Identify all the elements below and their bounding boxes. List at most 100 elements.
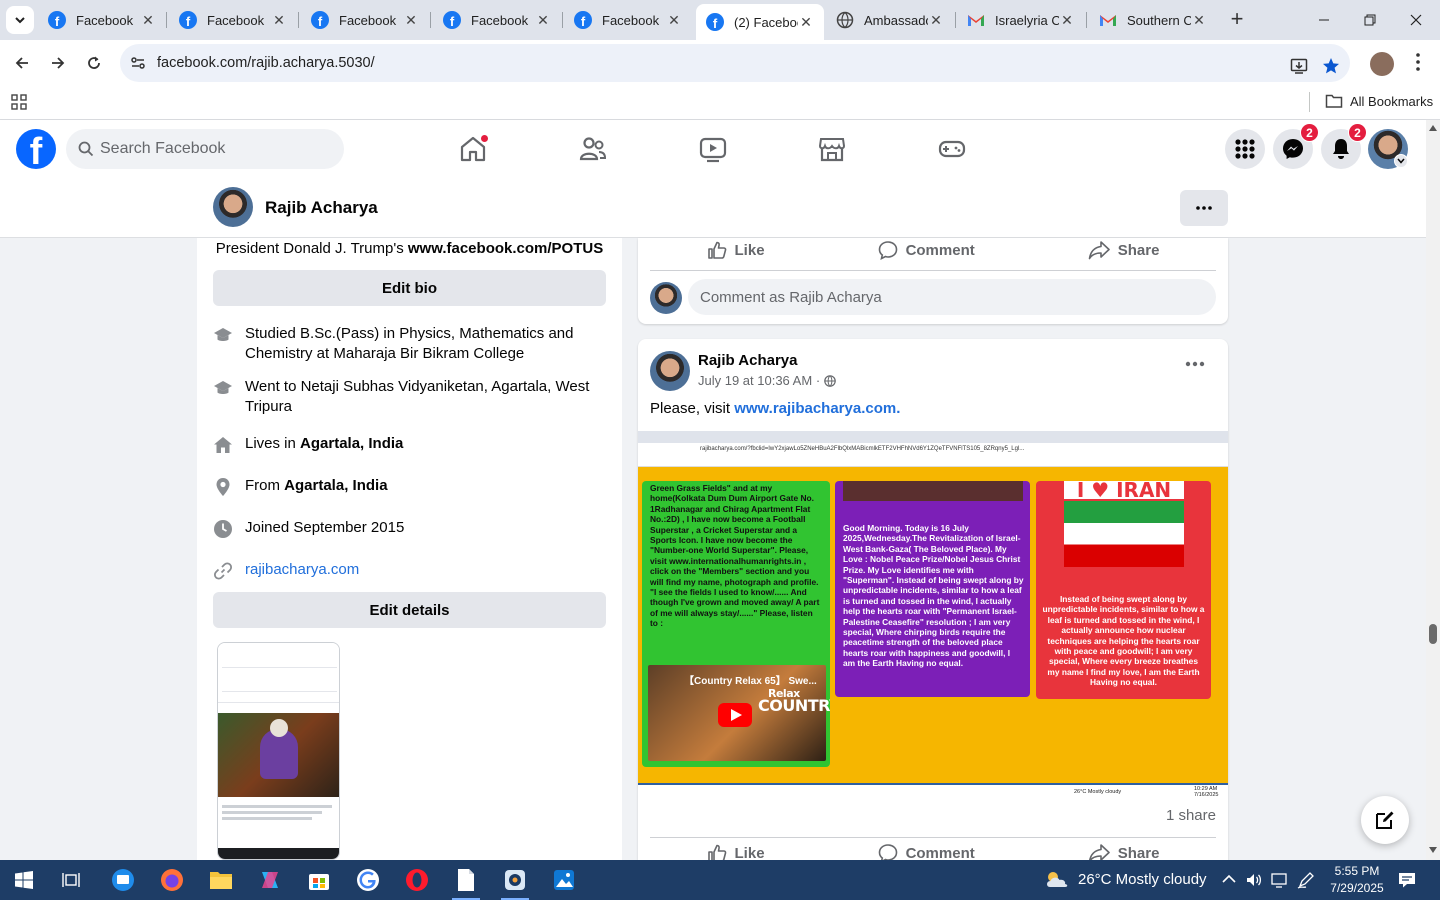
taskbar-store[interactable]: [305, 866, 333, 894]
browser-tab-4[interactable]: f Facebook ✕: [433, 4, 561, 36]
friends-icon[interactable]: [578, 134, 608, 164]
profile-more-button[interactable]: [1180, 190, 1228, 226]
bookmark-star-icon[interactable]: [1322, 57, 1340, 75]
taskbar-clock[interactable]: 5:55 PM 7/29/2025: [1320, 863, 1394, 897]
browser-tab-7[interactable]: Ambassado ✕: [826, 4, 954, 36]
facebook-search-input[interactable]: Search Facebook: [66, 129, 344, 169]
back-button[interactable]: [7, 48, 37, 78]
post-author-name[interactable]: Rajib Acharya: [698, 352, 798, 369]
taskbar-notepad[interactable]: [452, 866, 480, 894]
gaming-icon[interactable]: [937, 134, 967, 164]
scrollbar-thumb[interactable]: [1429, 624, 1437, 644]
browser-tab-3[interactable]: f Facebook ✕: [301, 4, 429, 36]
bio-link[interactable]: www.facebook.com/POTUS: [408, 240, 603, 257]
messenger-button[interactable]: 2: [1273, 123, 1319, 169]
featured-photo-thumbnail[interactable]: [217, 642, 340, 860]
new-tab-button[interactable]: +: [1225, 8, 1249, 32]
tab-search-button[interactable]: [6, 6, 34, 34]
close-icon: [1410, 14, 1422, 26]
comment-button[interactable]: Comment: [878, 240, 975, 260]
install-app-icon[interactable]: [1290, 57, 1308, 75]
site-settings-icon[interactable]: [130, 55, 146, 71]
tab-label: Facebook: [339, 12, 397, 28]
browser-tab-9[interactable]: Southern C ✕: [1089, 4, 1217, 36]
marketplace-icon[interactable]: [817, 134, 847, 164]
account-caret[interactable]: [1394, 154, 1408, 168]
taskbar-app-10[interactable]: [501, 866, 529, 894]
browser-tab-2[interactable]: f Facebook ✕: [169, 4, 297, 36]
chevron-up-icon[interactable]: [1222, 874, 1236, 884]
lives-place[interactable]: Agartala, India: [300, 435, 403, 452]
notification-center-icon[interactable]: [1398, 871, 1416, 889]
post-author-avatar[interactable]: [650, 351, 690, 391]
scroll-down-icon[interactable]: [1429, 847, 1437, 853]
website-link[interactable]: rajibacharya.com: [245, 560, 359, 581]
volume-icon[interactable]: [1246, 872, 1262, 888]
restore-button[interactable]: [1347, 0, 1393, 40]
post-options-icon[interactable]: [1185, 361, 1205, 367]
taskbar-app-1[interactable]: [109, 866, 137, 894]
media-player-icon: [505, 870, 525, 890]
taskbar-photos[interactable]: [550, 866, 578, 894]
close-window-button[interactable]: [1393, 0, 1439, 40]
browser-profile-avatar[interactable]: [1370, 52, 1394, 76]
facebook-icon: f: [311, 11, 329, 29]
close-icon[interactable]: ✕: [535, 12, 551, 28]
taskbar-opera[interactable]: [403, 866, 431, 894]
commenter-avatar[interactable]: [650, 282, 682, 314]
browser-tab-1[interactable]: f Facebook ✕: [38, 4, 166, 36]
scroll-up-icon[interactable]: [1429, 125, 1437, 131]
close-icon[interactable]: ✕: [271, 12, 287, 28]
browser-tab-5[interactable]: f Facebook ✕: [564, 4, 692, 36]
post-link[interactable]: www.rajibacharya.com.: [734, 400, 900, 417]
taskbar-copilot[interactable]: [256, 866, 284, 894]
close-icon[interactable]: ✕: [798, 14, 814, 30]
comment-input[interactable]: Comment as Rajib Acharya GIF: [688, 279, 1216, 315]
reload-button[interactable]: [79, 48, 109, 78]
taskbar-weather[interactable]: 26°C Mostly cloudy: [1044, 870, 1207, 888]
share-count[interactable]: 1 share: [1166, 807, 1216, 824]
notifications-button[interactable]: 2: [1321, 123, 1367, 169]
graduation-cap-icon: [214, 381, 232, 394]
browser-tab-active[interactable]: f (2) Faceboo ✕: [696, 4, 824, 40]
start-button[interactable]: [10, 866, 38, 894]
minimize-button[interactable]: [1301, 0, 1347, 40]
new-message-button[interactable]: [1361, 796, 1409, 844]
network-icon[interactable]: [1271, 872, 1289, 888]
edit-details-button[interactable]: Edit details: [213, 592, 606, 628]
from-place[interactable]: Agartala, India: [284, 477, 387, 494]
forward-button[interactable]: [43, 48, 73, 78]
taskbar-file-explorer[interactable]: [207, 866, 235, 894]
pen-icon[interactable]: [1297, 871, 1315, 889]
close-icon[interactable]: ✕: [140, 12, 156, 28]
post-image[interactable]: rajibacharya.com/?fbclid=IwY2xjawLo5ZNeH…: [638, 431, 1228, 799]
browser-tab-8[interactable]: Israelyria C ✕: [957, 4, 1085, 36]
profile-avatar[interactable]: [213, 187, 253, 227]
profile-name[interactable]: Rajib Acharya: [265, 198, 378, 218]
taskbar-chrome[interactable]: [354, 866, 382, 894]
taskbar-firefox[interactable]: [158, 866, 186, 894]
browser-menu-icon[interactable]: [1410, 50, 1426, 74]
omnibox[interactable]: facebook.com/rajib.acharya.5030/: [120, 44, 1350, 82]
page-scrollbar[interactable]: [1426, 120, 1440, 860]
google-icon: [357, 869, 379, 891]
all-bookmarks-button[interactable]: All Bookmarks: [1325, 93, 1433, 109]
menu-button[interactable]: [1225, 129, 1265, 169]
close-icon[interactable]: ✕: [403, 12, 419, 28]
lives-row: Lives in Agartala, India: [213, 434, 608, 455]
edit-bio-button[interactable]: Edit bio: [213, 270, 606, 306]
video-icon[interactable]: [698, 134, 728, 164]
facebook-logo[interactable]: f: [16, 129, 56, 169]
share-button[interactable]: Share: [1088, 240, 1159, 260]
close-icon[interactable]: ✕: [928, 12, 944, 28]
comment-placeholder: Comment as Rajib Acharya: [700, 289, 882, 306]
tab-label: Facebook: [602, 12, 660, 28]
like-button[interactable]: Like: [707, 240, 765, 260]
close-icon[interactable]: ✕: [1059, 12, 1075, 28]
iran-flag-image: [1064, 501, 1184, 567]
task-view-button[interactable]: [57, 866, 85, 894]
post-timestamp[interactable]: July 19 at 10:36 AM: [698, 373, 812, 388]
close-icon[interactable]: ✕: [1191, 12, 1207, 28]
close-icon[interactable]: ✕: [666, 12, 682, 28]
apps-grid-icon[interactable]: [11, 94, 27, 110]
